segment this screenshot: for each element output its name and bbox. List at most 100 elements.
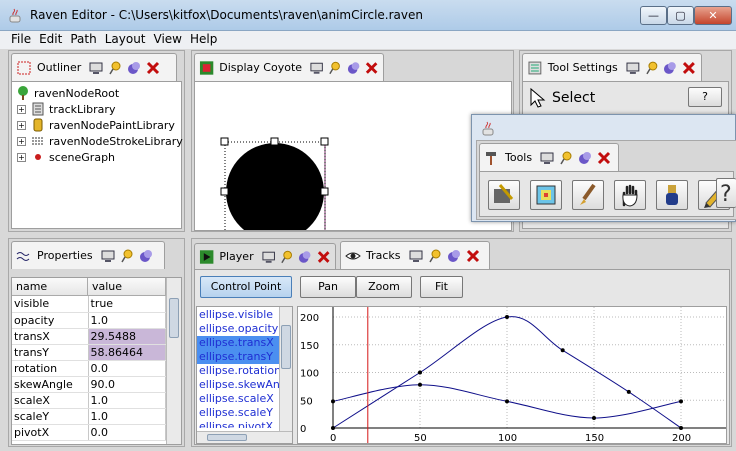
prop-value[interactable]: 1.0 <box>88 408 166 425</box>
tab-outliner[interactable]: Outliner <box>11 53 177 81</box>
float-icon[interactable] <box>126 60 142 76</box>
menu-path[interactable]: Path <box>66 31 100 46</box>
canvas-area[interactable] <box>194 81 512 231</box>
list-item[interactable]: ellipse.scaleX <box>197 392 279 406</box>
pan-button[interactable]: Pan <box>300 276 356 298</box>
expand-icon[interactable]: + <box>17 152 26 162</box>
tab-player[interactable]: Player <box>194 243 336 269</box>
track-list-scrollbar[interactable] <box>279 307 292 431</box>
close-panel-icon[interactable] <box>145 60 161 76</box>
monitor-icon[interactable] <box>100 248 116 264</box>
table-row[interactable]: transY 58.86464 <box>12 344 166 361</box>
table-row[interactable]: opacity 1.0 <box>12 312 166 329</box>
menu-file[interactable]: File <box>0 31 35 46</box>
curve-chart[interactable]: 0 50 100 150 200 0 50 100 150 200 <box>298 307 726 443</box>
list-item[interactable]: ellipse.transY <box>197 350 279 364</box>
pin-icon[interactable] <box>644 60 660 76</box>
prop-value[interactable]: 58.86464 <box>88 344 166 361</box>
menu-edit[interactable]: Edit <box>35 31 66 46</box>
select-tool-button[interactable] <box>488 180 520 210</box>
monitor-icon[interactable] <box>261 249 276 265</box>
float-icon[interactable] <box>446 248 462 264</box>
close-panel-icon[interactable] <box>681 60 697 76</box>
close-button[interactable]: ✕ <box>694 6 732 25</box>
table-row[interactable]: pivotX 0.0 <box>12 424 166 441</box>
maximize-button[interactable]: ▢ <box>667 6 694 25</box>
table-row[interactable]: visible true <box>12 296 166 313</box>
pin-icon[interactable] <box>119 248 135 264</box>
float-icon[interactable] <box>577 150 593 166</box>
control-point-button[interactable]: Control Point <box>200 276 292 298</box>
prop-value[interactable]: 90.0 <box>88 376 166 393</box>
tree-item[interactable]: + ravenNodePaintLibrary <box>17 117 175 133</box>
prop-value[interactable]: true <box>88 296 166 313</box>
close-panel-icon[interactable] <box>316 249 331 265</box>
table-row[interactable]: scaleY 1.0 <box>12 408 166 425</box>
help-button[interactable]: ? <box>688 87 722 107</box>
curve-graph[interactable]: 0 50 100 150 200 0 50 100 150 200 <box>297 306 727 444</box>
scrollbar-thumb[interactable] <box>169 298 179 338</box>
list-item[interactable]: ellipse.pivotX <box>197 420 279 428</box>
list-item[interactable]: ellipse.transX <box>197 336 279 350</box>
menu-layout[interactable]: Layout <box>101 31 150 46</box>
pin-icon[interactable] <box>107 60 123 76</box>
list-item[interactable]: ellipse.scaleY <box>197 406 279 420</box>
list-item[interactable]: ellipse.opacity <box>197 322 279 336</box>
monitor-icon[interactable] <box>539 150 555 166</box>
close-panel-icon[interactable] <box>596 150 612 166</box>
brush-tool-button[interactable] <box>572 180 604 210</box>
column-header-value[interactable]: value <box>88 278 166 295</box>
menu-view[interactable]: View <box>150 31 186 46</box>
pan-tool-button[interactable] <box>614 180 646 210</box>
tab-properties[interactable]: Properties <box>11 241 165 269</box>
tree-item[interactable]: + ravenNodeStrokeLibrary <box>17 133 183 149</box>
track-list-hscrollbar[interactable] <box>197 431 292 443</box>
zoom-button[interactable]: Zoom <box>356 276 412 298</box>
tab-tool-settings[interactable]: Tool Settings <box>522 53 702 81</box>
pin-icon[interactable] <box>327 60 342 76</box>
tab-display-coyote[interactable]: Display Coyote <box>194 53 384 81</box>
fit-button[interactable]: Fit <box>420 276 463 298</box>
scrollbar-thumb[interactable] <box>207 434 247 441</box>
table-row[interactable]: rotation 0.0 <box>12 360 166 377</box>
ink-tool-button[interactable] <box>656 180 688 210</box>
float-icon[interactable] <box>297 249 312 265</box>
tab-tracks[interactable]: Tracks <box>340 241 490 269</box>
pin-icon[interactable] <box>279 249 294 265</box>
pin-icon[interactable] <box>558 150 574 166</box>
transform-tool-button[interactable] <box>530 180 562 210</box>
prop-value[interactable]: 0.0 <box>88 360 166 377</box>
tree-item[interactable]: + trackLibrary <box>17 101 115 117</box>
table-row[interactable]: transX 29.5488 <box>12 328 166 345</box>
table-row[interactable]: skewAngle 90.0 <box>12 376 166 393</box>
monitor-icon[interactable] <box>309 60 324 76</box>
expand-icon[interactable]: + <box>17 136 26 146</box>
canvas-drawing[interactable] <box>195 82 512 231</box>
tree-item[interactable]: ravenNodeRoot <box>15 85 119 101</box>
prop-value[interactable]: 29.5488 <box>88 328 166 345</box>
monitor-icon[interactable] <box>408 248 424 264</box>
tree-item[interactable]: + sceneGraph <box>17 149 115 165</box>
scrollbar-thumb[interactable] <box>281 325 291 369</box>
minimize-button[interactable]: — <box>640 6 667 25</box>
list-item[interactable]: ellipse.rotation <box>197 364 279 378</box>
list-item[interactable]: ellipse.skewAngle <box>197 378 279 392</box>
float-icon[interactable] <box>346 60 361 76</box>
pin-icon[interactable] <box>427 248 443 264</box>
prop-value[interactable]: 0.0 <box>88 424 166 441</box>
float-icon[interactable] <box>662 60 678 76</box>
list-item[interactable]: ellipse.visible <box>197 308 279 322</box>
prop-value[interactable]: 1.0 <box>88 392 166 409</box>
prop-value[interactable]: 1.0 <box>88 312 166 329</box>
monitor-icon[interactable] <box>88 60 104 76</box>
tab-tools[interactable]: Tools <box>479 143 619 171</box>
expand-icon[interactable]: + <box>17 120 26 130</box>
menu-help[interactable]: Help <box>186 31 221 46</box>
properties-scrollbar[interactable] <box>166 278 181 444</box>
monitor-icon[interactable] <box>625 60 641 76</box>
column-header-name[interactable]: name <box>12 278 88 295</box>
table-row[interactable]: scaleX 1.0 <box>12 392 166 409</box>
float-icon[interactable] <box>138 248 154 264</box>
close-panel-icon[interactable] <box>465 248 481 264</box>
expand-icon[interactable]: + <box>17 104 26 114</box>
